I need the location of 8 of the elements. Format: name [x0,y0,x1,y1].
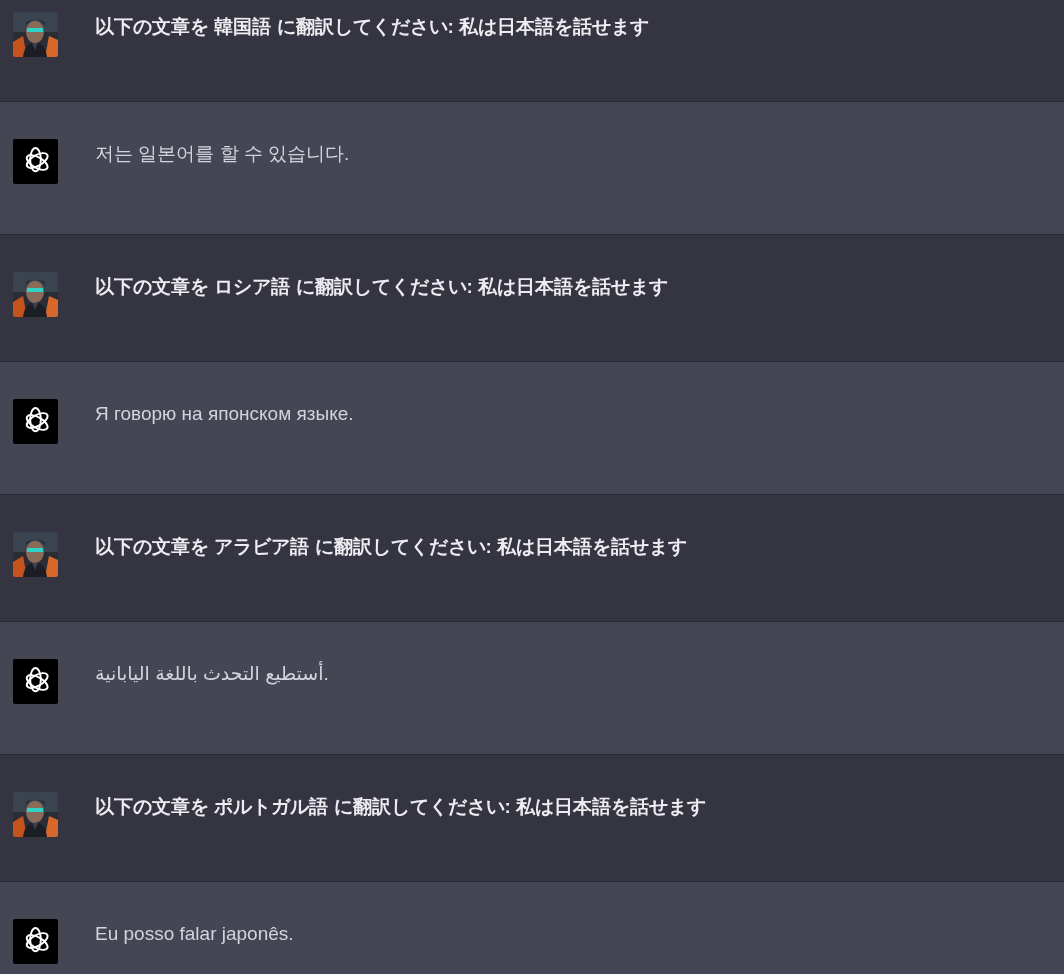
message-text: 저는 일본어를 할 수 있습니다. [95,142,350,166]
message-text: 以下の文章を 韓国語 に翻訳してください: 私は日本語を話せます [95,15,650,39]
message-text: Eu posso falar japonês. [95,922,294,946]
message-text: Я говорю на японском языке. [95,402,354,426]
message-text: 以下の文章を アラビア語 に翻訳してください: 私は日本語を話せます [95,535,688,559]
message-text: 以下の文章を ポルトガル語 に翻訳してください: 私は日本語を話せます [95,795,707,819]
message-text: أستطيع التحدث باللغة اليابانية. [95,660,329,687]
message-text: 以下の文章を ロシア語 に翻訳してください: 私は日本語を話せます [95,275,669,299]
